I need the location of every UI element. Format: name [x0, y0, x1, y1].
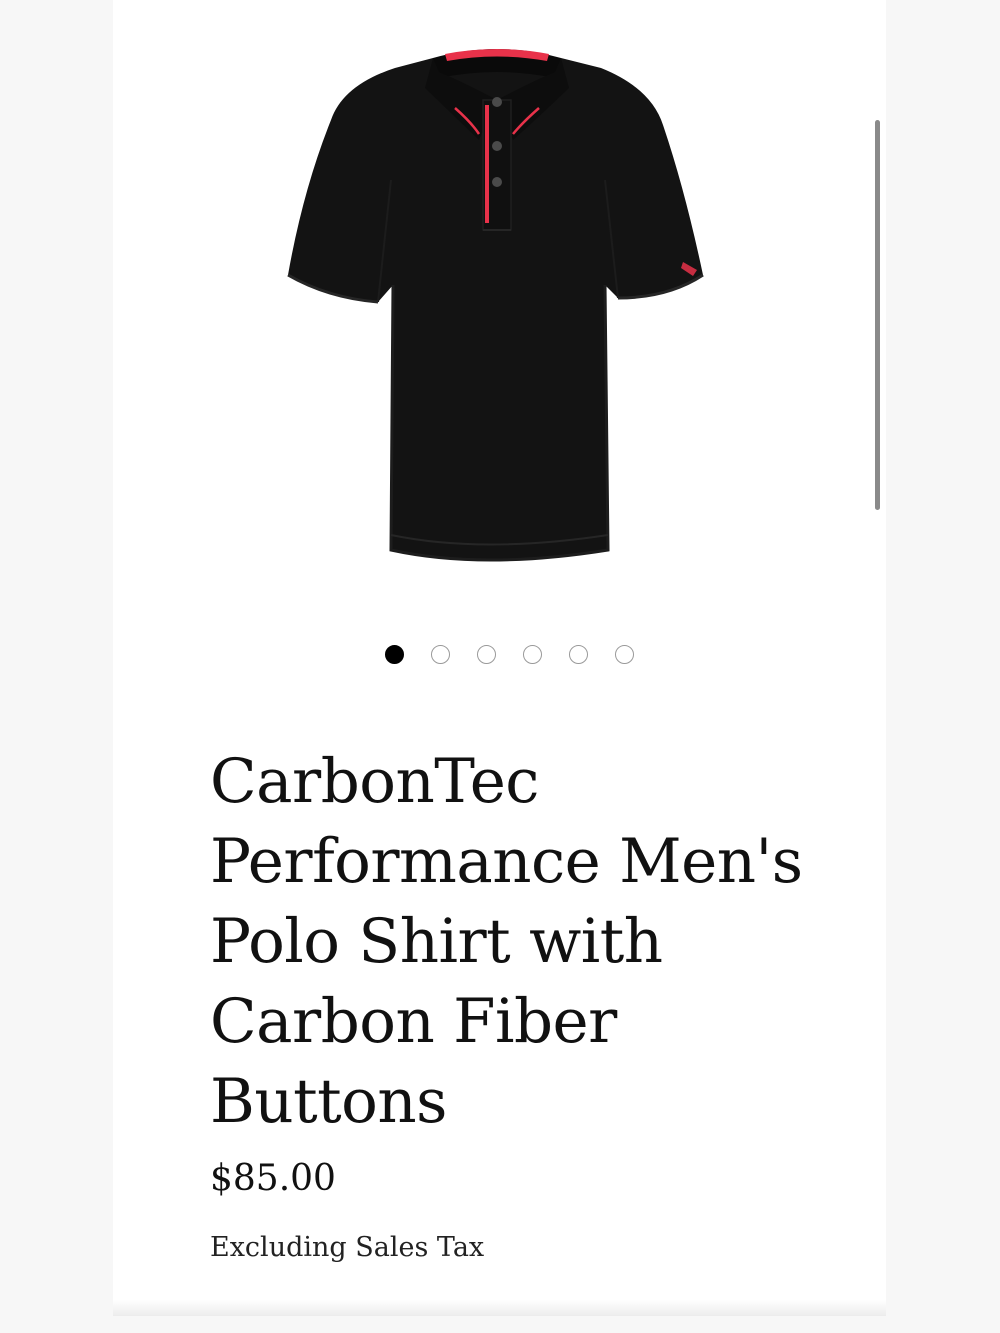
- product-image-carousel[interactable]: [113, 0, 886, 600]
- carousel-dot-5[interactable]: [569, 645, 588, 664]
- carousel-dot-2[interactable]: [431, 645, 450, 664]
- product-price: $85.00: [210, 1158, 336, 1199]
- polo-shirt-product-image: [287, 49, 704, 562]
- carousel-dot-1[interactable]: [385, 645, 404, 664]
- product-card: CarbonTec Performance Men's Polo Shirt w…: [113, 0, 886, 1313]
- carousel-dot-6[interactable]: [615, 645, 634, 664]
- product-title: CarbonTec Performance Men's Polo Shirt w…: [210, 746, 803, 1137]
- carousel-pagination: [113, 645, 886, 667]
- card-bottom-edge: [113, 1300, 886, 1316]
- carousel-dot-3[interactable]: [477, 645, 496, 664]
- carousel-dot-4[interactable]: [523, 645, 542, 664]
- tax-note: Excluding Sales Tax: [210, 1232, 485, 1263]
- page-scrollbar[interactable]: [875, 120, 880, 510]
